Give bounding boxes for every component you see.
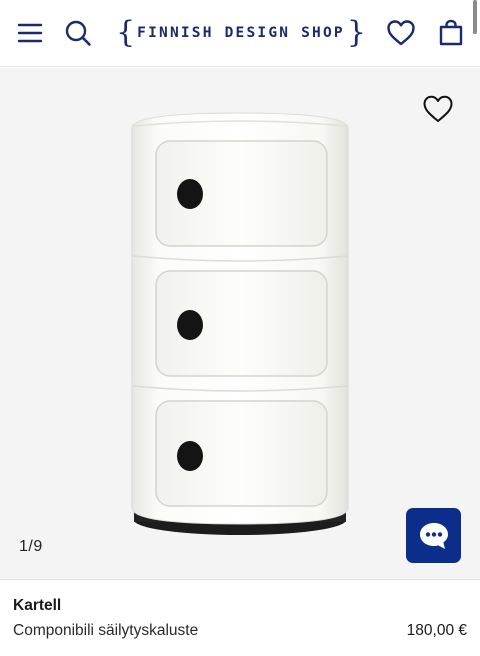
product-image-gallery[interactable]: 1/9 [0, 68, 480, 579]
favorite-button[interactable] [422, 94, 454, 124]
heart-outline-icon [423, 95, 453, 122]
logo-right-brace: } [346, 15, 366, 50]
site-header: { FINNISH DESIGN SHOP } [0, 0, 480, 67]
chat-button[interactable] [406, 508, 461, 563]
heart-outline-icon [387, 20, 415, 46]
product-price: 180,00 € [406, 622, 467, 639]
cart-button[interactable] [436, 17, 466, 49]
logo-left-brace: { [116, 15, 136, 50]
page-scrollbar[interactable] [473, 0, 477, 34]
wishlist-button[interactable] [386, 17, 416, 49]
product-name[interactable]: Componibili säilytyskaluste [13, 622, 198, 640]
search-button[interactable] [63, 17, 93, 49]
product-brand[interactable]: Kartell [13, 597, 61, 615]
hamburger-menu-icon [17, 23, 43, 43]
divider [0, 579, 480, 580]
search-icon [65, 20, 91, 46]
site-logo[interactable]: { FINNISH DESIGN SHOP } [116, 16, 366, 50]
shopping-bag-icon [439, 19, 463, 46]
chat-bubble-icon [419, 522, 448, 549]
menu-button[interactable] [15, 17, 45, 49]
logo-text: FINNISH DESIGN SHOP [137, 25, 345, 41]
image-counter: 1/9 [19, 538, 43, 555]
product-image [131, 112, 349, 535]
